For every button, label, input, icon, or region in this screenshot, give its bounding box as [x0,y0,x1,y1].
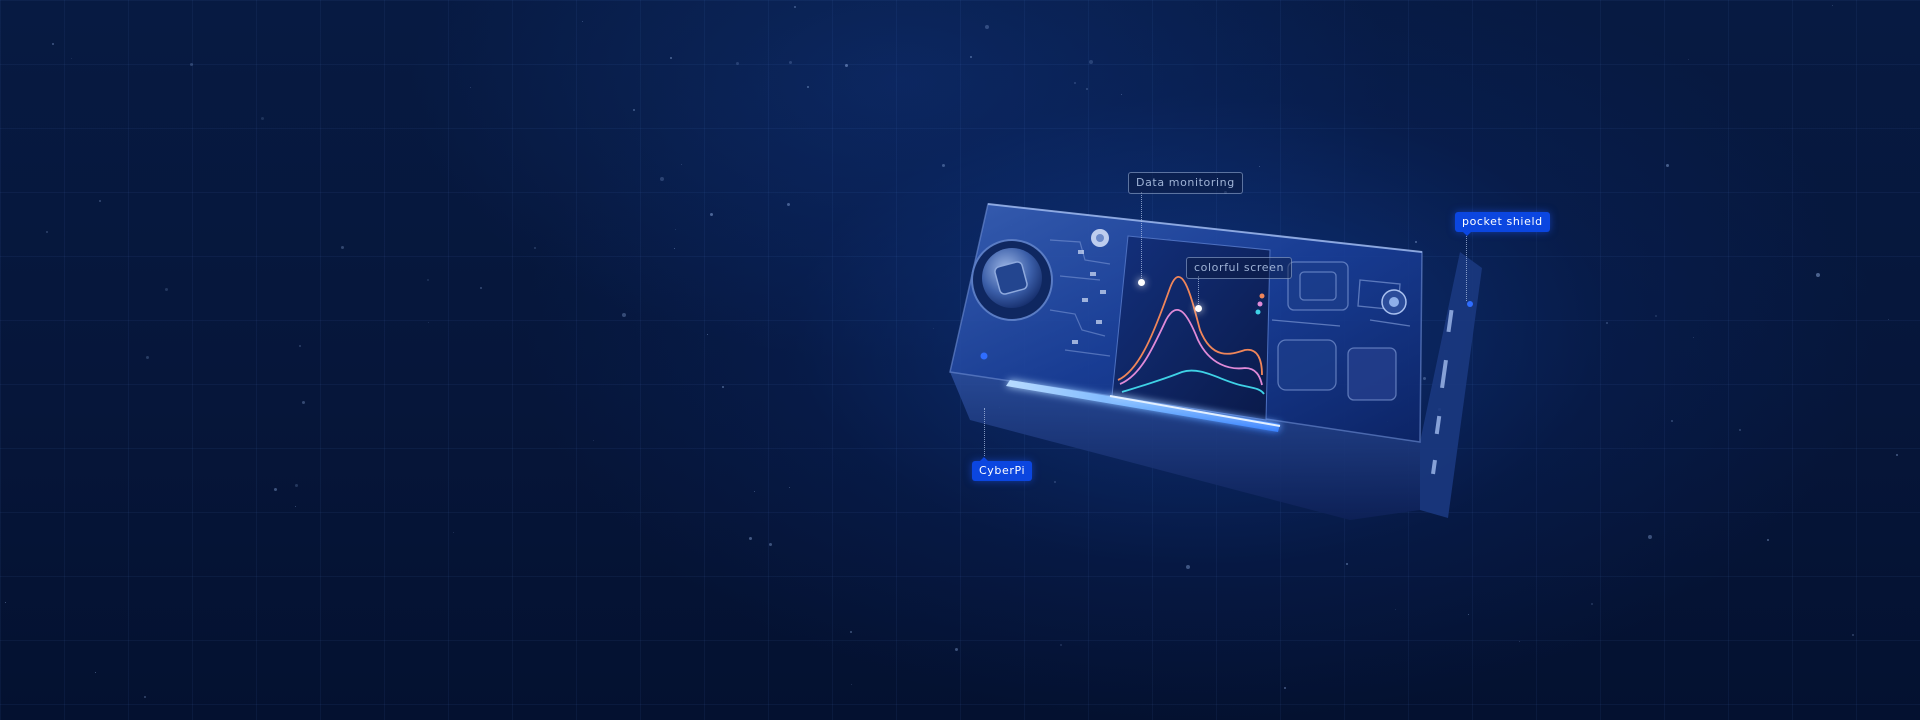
star-particle [670,57,672,59]
star-particle [736,62,739,65]
speaker-grille-icon [1091,229,1109,247]
cyberpi-leader [984,408,985,456]
data-monitoring-dot [1138,279,1145,286]
star-particle [1666,164,1669,167]
colorful-screen-label: colorful screen [1186,257,1293,279]
star-particle [1519,641,1520,642]
star-particle [769,543,772,546]
star-particle [1121,94,1122,95]
star-particle [427,279,429,281]
star-particle [1606,322,1608,324]
star-particle [299,345,301,347]
star-particle [789,487,790,488]
star-particle [165,288,168,291]
star-particle [845,64,848,67]
star-particle [1688,59,1689,60]
star-particle [633,109,635,111]
star-particle [787,203,790,206]
star-particle [1284,687,1286,689]
star-particle [146,356,149,359]
star-particle [942,164,945,167]
star-particle [1086,88,1088,90]
star-particle [95,672,96,673]
star-particle [970,56,972,58]
star-particle [1395,609,1396,610]
star-particle [1089,60,1093,64]
star-particle [534,247,536,249]
star-particle [295,484,298,487]
star-particle [789,61,792,64]
star-particle [749,537,752,540]
pocket-shield-leader [1466,231,1467,301]
star-particle [593,440,594,441]
device-right-side [1420,252,1482,518]
star-particle [1346,563,1348,565]
star-particle [955,648,958,651]
star-particle [480,287,482,289]
star-particle [1655,315,1657,317]
star-particle [681,164,682,165]
star-particle [1739,429,1741,431]
star-particle [144,696,146,698]
joystick-icon [971,239,1053,321]
star-particle [341,246,344,249]
star-particle [1816,273,1820,277]
star-particle [710,213,713,216]
cyberpi-label: CyberPi [972,457,1033,481]
star-particle [794,6,796,8]
star-particle [1259,166,1260,167]
star-particle [1186,565,1190,569]
star-particle [261,117,264,120]
star-particle [850,631,852,633]
star-particle [722,386,724,388]
star-particle [1060,644,1062,646]
star-particle [707,334,708,335]
star-particle [1693,337,1694,338]
colorful-screen-leader [1198,276,1199,306]
usb-c-port-icon [1381,289,1407,315]
star-particle [71,58,72,59]
star-particle [1832,5,1833,6]
cyberpi-device-illustration [949,203,1482,520]
star-particle [1767,539,1769,541]
hero-stage: Data monitoring colorful screen pocket s… [0,0,1920,720]
star-particle [985,25,989,29]
star-particle [622,313,626,317]
star-particle [99,200,101,202]
star-particle [1852,634,1854,636]
star-particle [5,602,6,603]
star-particle [302,401,305,404]
data-monitoring-label: Data monitoring [1128,172,1243,194]
star-particle [1671,420,1673,422]
star-particle [675,229,676,230]
star-particle [453,532,454,533]
star-particle [674,248,675,249]
star-particle [807,86,809,88]
data-monitoring-leader [1141,192,1142,282]
star-particle [1888,319,1889,320]
star-particle [190,63,193,66]
star-particle [295,506,296,507]
star-particle [1468,614,1469,615]
colorful-screen-dot [1195,305,1202,312]
pocket-shield-label: pocket shield [1455,212,1550,236]
star-particle [660,177,664,181]
star-particle [428,322,429,323]
star-particle [1648,535,1652,539]
star-particle [754,491,755,492]
star-particle [470,87,471,88]
star-particle [46,231,48,233]
star-particle [52,43,54,45]
star-particle [582,21,583,22]
star-particle [1896,454,1898,456]
star-particle [851,684,852,685]
star-particle [1074,82,1076,84]
star-particle [274,488,277,491]
star-particle [1591,603,1593,605]
